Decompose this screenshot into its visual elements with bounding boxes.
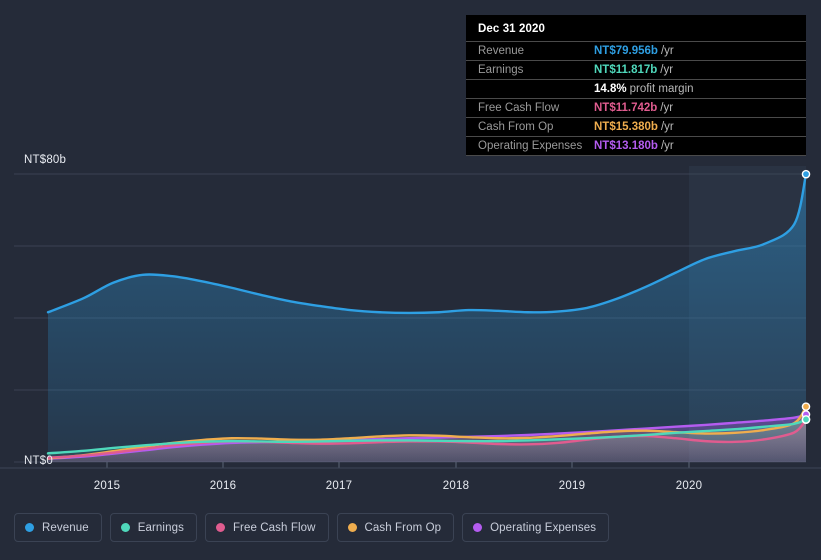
tooltip-row: Operating Expenses NT$13.180b/yr [466,136,806,156]
tooltip-row: 14.8% profit margin [466,79,806,98]
legend-item-revenue[interactable]: Revenue [14,513,102,542]
legend-color-dot-icon [215,523,225,532]
tooltip-row-value: 14.8% profit margin [594,83,694,95]
x-axis-label: 2019 [558,480,586,492]
chart-legend: Revenue Earnings Free Cash Flow Cash From O… [14,513,610,542]
tooltip-rows: Revenue NT$79.956b/yr Earnings NT$11.817b/y… [466,41,806,156]
tooltip-row-unit: profit margin [629,83,694,95]
legend-item-cash-from-op[interactable]: Cash From Op [336,513,455,542]
legend-color-dot-icon [120,523,130,532]
tooltip-row: Cash From Op NT$15.380b/yr [466,117,806,136]
legend-item-operating-expenses[interactable]: Operating Expenses [462,513,610,542]
tooltip-row-label: Cash From Op [478,121,554,133]
legend-item-label: Revenue [42,521,89,534]
tooltip-row-label: Earnings [478,64,524,76]
legend-color-dot-icon [473,523,483,532]
tooltip-row-label: Operating Expenses [478,140,583,152]
tooltip-row: Free Cash Flow NT$11.742b/yr [466,98,806,117]
tooltip-title: Dec 31 2020 [478,23,545,35]
tooltip-row-value: NT$79.956b/yr [594,45,674,57]
legend-item-free-cash-flow[interactable]: Free Cash Flow [204,513,329,542]
x-axis-label: 2016 [209,480,237,492]
end-marker-revenue [801,169,811,179]
tooltip-row-label: Free Cash Flow [478,102,560,114]
tooltip-row: Earnings NT$11.817b/yr [466,60,806,79]
tooltip-row-value: NT$11.817b/yr [594,64,674,76]
tooltip-row-unit: /yr [660,121,674,133]
tooltip-row-label: Revenue [478,45,525,57]
tooltip-row: Revenue NT$79.956b/yr [466,41,806,60]
legend-item-label: Operating Expenses [490,521,597,534]
tooltip-row-unit: /yr [660,140,674,152]
legend-item-earnings[interactable]: Earnings [109,513,197,542]
x-axis-label: 2018 [442,480,470,492]
tooltip-row-unit: /yr [660,45,674,57]
tooltip-row-unit: /yr [660,102,674,114]
tooltip-row-value: NT$13.180b/yr [594,140,674,152]
y-axis-bottom-label: NT$0 [24,455,53,467]
tooltip-row-unit: /yr [660,64,674,76]
chart-page: NT$80b NT$0 2015 2016 2017 2018 2019 2020 Dec… [0,0,821,560]
legend-item-label: Earnings [137,521,184,534]
y-axis-top-label: NT$80b [24,154,67,166]
data-tooltip: Dec 31 2020 Revenue NT$79.956b/yr Earnings… [466,15,806,156]
x-axis-label: 2017 [325,480,353,492]
tooltip-row-value: NT$11.742b/yr [594,102,674,114]
legend-color-dot-icon [347,523,357,532]
legend-item-label: Cash From Op [364,521,442,534]
legend-item-label: Free Cash Flow [232,521,316,534]
end-marker-cash-from-op [801,402,811,411]
tooltip-row-value: NT$15.380b/yr [594,121,674,133]
x-axis-labels: 2015 2016 2017 2018 2019 2020 [0,480,821,500]
x-axis-label: 2020 [675,480,703,492]
x-axis-label: 2015 [93,480,121,492]
legend-color-dot-icon [25,523,34,532]
end-marker-earnings [801,415,811,424]
